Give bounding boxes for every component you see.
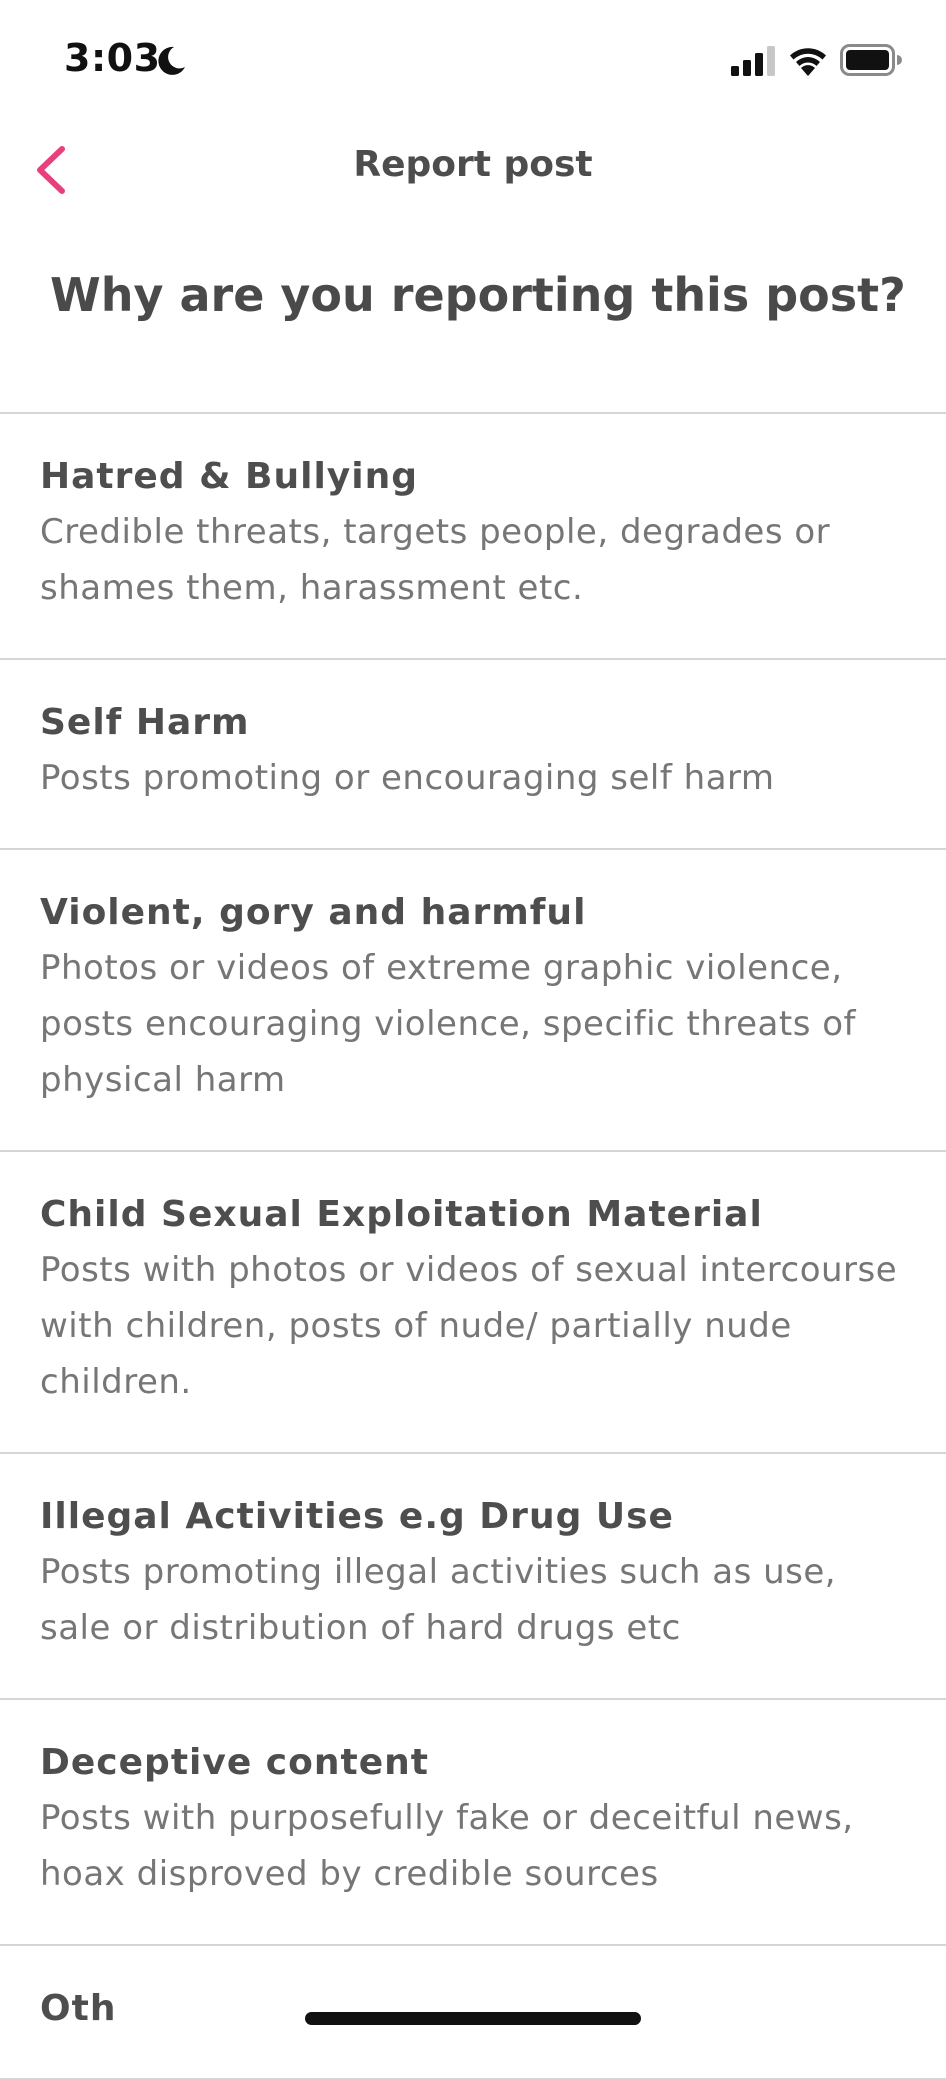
reason-deceptive-content[interactable]: Deceptive content Posts with purposefull… (0, 1700, 946, 1946)
reason-description: Posts promoting illegal activities such … (40, 1552, 837, 1648)
reason-title: Self Harm (40, 702, 250, 743)
reason-description: Posts promoting or encouraging self harm (40, 758, 775, 798)
home-indicator[interactable] (305, 2012, 641, 2025)
report-question-heading: Why are you reporting this post? (50, 268, 906, 322)
reason-title: Hatred & Bullying (40, 456, 418, 497)
reason-description: Credible threats, targets people, degrad… (40, 512, 831, 608)
reason-hatred-bullying[interactable]: Hatred & Bullying Credible threats, targ… (0, 414, 946, 660)
reason-title: Deceptive content (40, 1742, 429, 1783)
reason-description: Posts with purposefully fake or deceitfu… (40, 1798, 854, 1894)
reason-title: Child Sexual Exploitation Material (40, 1194, 763, 1235)
moon-icon (158, 46, 185, 75)
wifi-icon (790, 48, 826, 76)
reason-illegal-activities[interactable]: Illegal Activities e.g Drug Use Posts pr… (0, 1454, 946, 1700)
page-title: Report post (353, 144, 593, 185)
navigation-bar: Report post (0, 120, 946, 220)
report-reasons-list: Hatred & Bullying Credible threats, targ… (0, 412, 946, 2080)
reason-title: Illegal Activities e.g Drug Use (40, 1496, 674, 1537)
reason-child-exploitation[interactable]: Child Sexual Exploitation Material Posts… (0, 1152, 946, 1454)
reason-title: Oth (40, 1988, 117, 2029)
battery-icon (840, 44, 902, 76)
reason-violent-gory-harmful[interactable]: Violent, gory and harmful Photos or vide… (0, 850, 946, 1152)
status-bar: 3:03 (0, 0, 946, 120)
reason-title: Violent, gory and harmful (40, 892, 587, 933)
cellular-signal-icon (731, 46, 775, 76)
reason-description: Photos or videos of extreme graphic viol… (40, 948, 857, 1100)
status-time: 3:03 (64, 36, 161, 80)
reason-self-harm[interactable]: Self Harm Posts promoting or encouraging… (0, 660, 946, 850)
reason-description: Posts with photos or videos of sexual in… (40, 1250, 898, 1402)
